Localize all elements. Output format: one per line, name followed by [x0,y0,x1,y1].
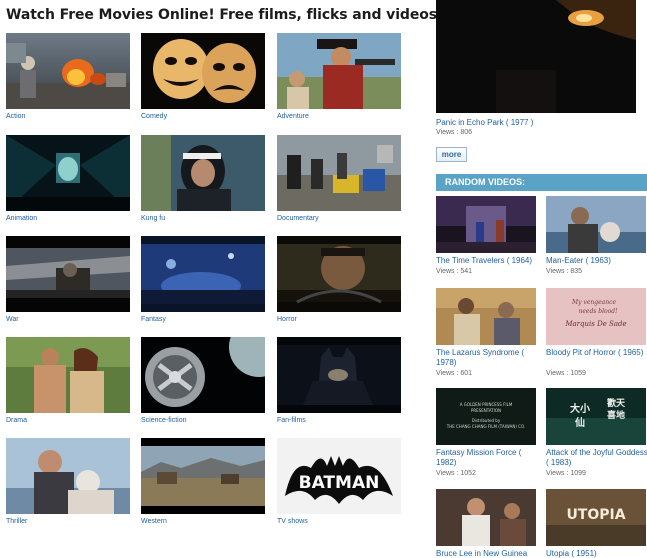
category-tile-western[interactable]: Western [141,438,265,525]
random-video-title[interactable]: The Time Travelers ( 1964) [436,256,541,266]
category-label[interactable]: Thriller [6,518,27,525]
category-tile-drama[interactable]: Drama [6,337,130,424]
random-video-thumbnail[interactable]: My vengeance needs blood! Marquis De Sad… [546,288,646,345]
war-thumbnail[interactable] [6,236,130,312]
comedy-thumbnail[interactable] [141,33,265,109]
category-label[interactable]: Animation [6,215,37,222]
goddess-line3: 大小 [570,402,590,415]
pink-title-line2: needs blood! [578,308,618,315]
goddess-line1: 歡天 [606,397,626,409]
kung-fu-thumbnail[interactable] [141,135,265,211]
random-video-views: Views : 541 [436,268,473,275]
random-video-thumbnail[interactable]: UTOPIA [546,489,646,546]
category-label[interactable]: Documentary [277,215,319,222]
category-tile-comedy[interactable]: Comedy [141,33,265,120]
category-tile-horror[interactable]: Horror [277,236,401,323]
category-label[interactable]: TV shows [277,518,308,525]
random-video-thumbnail[interactable] [436,196,536,253]
random-video-title[interactable]: Fantasy Mission Force ( 1982) [436,448,541,468]
page-title: Watch Free Movies Online! Free films, fl… [6,7,444,23]
random-videos-header: RANDOM VIDEOS: [436,174,647,191]
random-video-title[interactable]: Bruce Lee in New Guinea [436,549,541,558]
category-tile-documentary[interactable]: Documentary [277,135,401,222]
category-label[interactable]: Science-fiction [141,417,187,424]
random-video-views: Views : 835 [546,268,583,275]
horror-thumbnail[interactable] [277,236,401,312]
category-tile-war[interactable]: War [6,236,130,323]
fantasy-thumbnail[interactable] [141,236,265,312]
random-video-item[interactable]: The Lazarus Syndrome ( 1978) Views : 601 [436,288,536,377]
random-video-views: Views : 601 [436,370,473,377]
credits-line4: THE CHANG CHANG FILM (TAIWAN) CO. [446,424,525,429]
random-video-item[interactable]: A GOLDEN PRINCESS FILM PRESENTATION Dist… [436,388,536,477]
documentary-thumbnail[interactable] [277,135,401,211]
batman-logo-text: BATMAN [299,473,380,493]
random-video-item[interactable]: The Time Travelers ( 1964) Views : 541 [436,196,536,275]
credits-line2: PRESENTATION [471,408,501,413]
random-video-item[interactable]: Bruce Lee in New Guinea [436,489,536,558]
category-tile-adventure[interactable]: Adventure [277,33,401,120]
random-video-thumbnail[interactable]: A GOLDEN PRINCESS FILM PRESENTATION Dist… [436,388,536,445]
tv-shows-thumbnail[interactable]: BATMAN [277,438,401,514]
category-tile-thriller[interactable]: Thriller [6,438,130,525]
credits-line1: A GOLDEN PRINCESS FILM [460,402,513,407]
credits-line3: Distributed by [472,418,501,423]
category-tile-action[interactable]: Action [6,33,130,120]
category-tile-fantasy[interactable]: Fantasy [141,236,265,323]
adventure-thumbnail[interactable] [277,33,401,109]
goddess-line2: 喜地 [607,409,625,421]
goddess-line4: 仙 [575,416,585,429]
category-label[interactable]: Comedy [141,113,167,120]
science-fiction-thumbnail[interactable] [141,337,265,413]
action-thumbnail[interactable] [6,33,130,109]
category-label[interactable]: Kung fu [141,215,165,222]
category-tile-science-fiction[interactable]: Science-fiction [141,337,265,424]
random-video-views: Views : 1059 [546,370,586,377]
random-video-thumbnail[interactable] [546,196,646,253]
animation-thumbnail[interactable] [6,135,130,211]
category-tile-tv-shows[interactable]: BATMAN TV shows [277,438,401,525]
category-label[interactable]: Fan-films [277,417,306,424]
pink-title-line3: Marquis De Sade [564,320,626,328]
random-video-title[interactable]: Bloody Pit of Horror ( 1965) [546,348,647,358]
random-video-thumbnail[interactable]: 歡天 喜地 大小 仙 [546,388,646,445]
featured-video-views: Views : 806 [436,129,473,136]
pink-title-line1: My vengeance [571,299,616,306]
western-thumbnail[interactable] [141,438,265,514]
category-label[interactable]: Western [141,518,167,525]
more-button[interactable]: more [436,147,467,162]
random-video-thumbnail[interactable] [436,288,536,345]
random-video-item[interactable]: Man-Eater ( 1963) Views : 835 [546,196,646,275]
featured-video-thumbnail[interactable] [436,0,636,113]
random-video-title[interactable]: Man-Eater ( 1963) [546,256,647,266]
category-label[interactable]: Fantasy [141,316,166,323]
category-label[interactable]: Action [6,113,25,120]
random-video-thumbnail[interactable] [436,489,536,546]
category-label[interactable]: War [6,316,19,323]
category-label[interactable]: Adventure [277,113,309,120]
category-tile-animation[interactable]: Animation [6,135,130,222]
utopia-logo-text: UTOPIA [566,507,625,523]
random-video-title[interactable]: Attack of the Joyful Goddess ( 1983) [546,448,647,468]
category-label[interactable]: Horror [277,316,297,323]
random-video-item[interactable]: UTOPIA Utopia ( 1951) [546,489,646,558]
random-video-item[interactable]: My vengeance needs blood! Marquis De Sad… [546,288,646,377]
random-video-views: Views : 1099 [546,470,586,477]
category-tile-kung-fu[interactable]: Kung fu [141,135,265,222]
random-video-title[interactable]: The Lazarus Syndrome ( 1978) [436,348,541,368]
fan-films-thumbnail[interactable] [277,337,401,413]
random-video-title[interactable]: Utopia ( 1951) [546,549,647,558]
random-video-item[interactable]: 歡天 喜地 大小 仙 Attack of the Joyful Goddess … [546,388,647,477]
category-label[interactable]: Drama [6,417,27,424]
random-video-views: Views : 1052 [436,470,476,477]
featured-video-title[interactable]: Panic in Echo Park ( 1977 ) [436,118,533,127]
drama-thumbnail[interactable] [6,337,130,413]
category-tile-fan-films[interactable]: Fan-films [277,337,401,424]
thriller-thumbnail[interactable] [6,438,130,514]
